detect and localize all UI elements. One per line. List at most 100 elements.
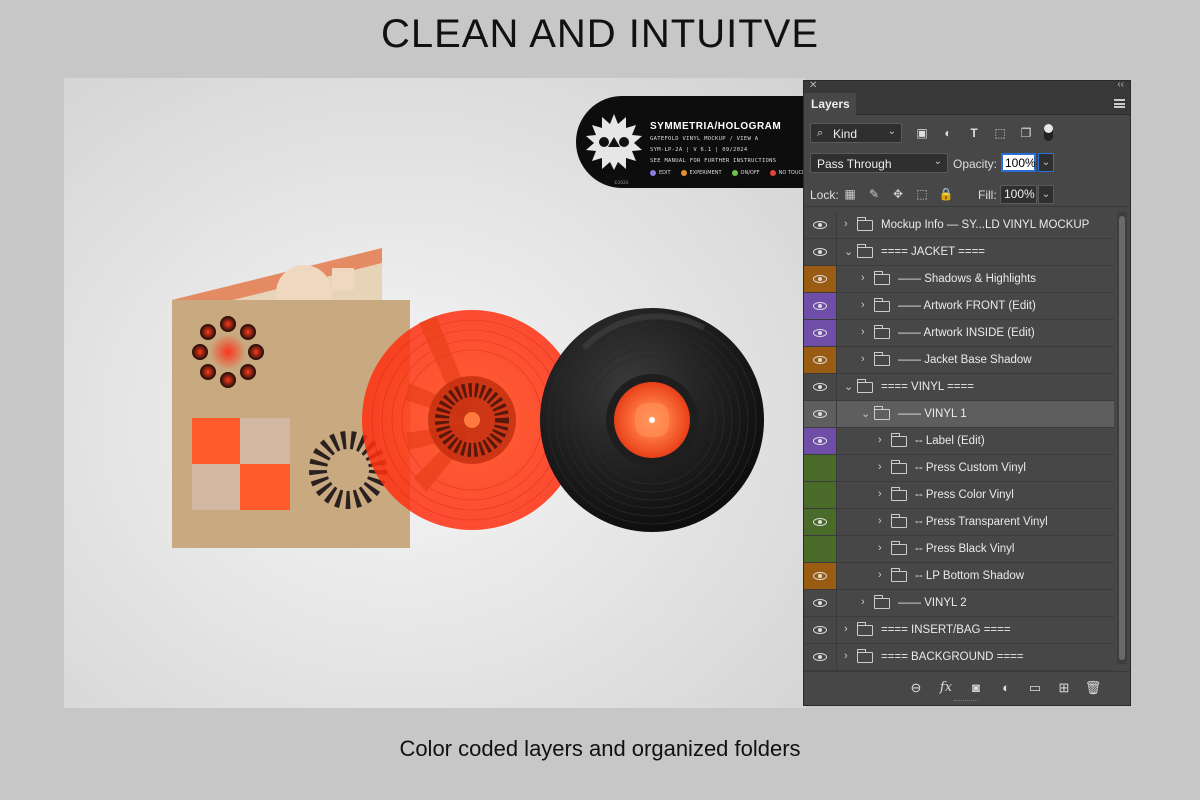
fill-input[interactable]: 100% bbox=[1000, 185, 1037, 204]
visibility-toggle[interactable] bbox=[804, 401, 837, 427]
lock-all-icon[interactable]: 🔒 bbox=[938, 186, 954, 202]
chevron-right-icon[interactable]: › bbox=[861, 299, 871, 311]
blend-mode-select[interactable]: Pass Through ⌄ bbox=[810, 153, 948, 173]
visibility-toggle[interactable] bbox=[804, 347, 837, 373]
layer-row[interactable]: › Mockup Info — SY...LD VINYL MOCKUP bbox=[804, 212, 1114, 239]
shape-filter-icon[interactable]: ⬚ bbox=[992, 125, 1008, 141]
layer-row[interactable]: › —— Artwork INSIDE (Edit) bbox=[804, 320, 1114, 347]
chevron-right-icon[interactable]: › bbox=[844, 218, 854, 230]
chevron-down-icon[interactable]: ⌄ bbox=[844, 245, 854, 258]
chevron-right-icon[interactable]: › bbox=[878, 515, 888, 527]
blend-row: Pass Through ⌄ Opacity: 100% ⌄ bbox=[804, 151, 1130, 175]
visibility-toggle[interactable] bbox=[804, 428, 837, 454]
new-layer-icon[interactable]: ⊞ bbox=[1055, 680, 1073, 696]
visibility-toggle[interactable] bbox=[804, 644, 837, 670]
chevron-right-icon[interactable]: › bbox=[861, 596, 871, 608]
layer-row[interactable]: › -- Press Transparent Vinyl bbox=[804, 509, 1114, 536]
smart-object-filter-icon[interactable]: ❐ bbox=[1018, 125, 1034, 141]
close-icon[interactable]: ✕ bbox=[809, 80, 817, 91]
fx-icon[interactable]: fx bbox=[937, 680, 955, 696]
collapse-icon[interactable]: ‹‹ bbox=[1117, 79, 1124, 90]
lock-move-icon[interactable]: ✥ bbox=[890, 186, 906, 202]
panel-tab-row: Layers bbox=[804, 93, 1130, 115]
visibility-toggle[interactable] bbox=[804, 293, 837, 319]
opacity-dropdown-icon[interactable]: ⌄ bbox=[1038, 153, 1054, 172]
blend-mode-value: Pass Through bbox=[817, 157, 892, 171]
layer-row[interactable]: › -- Label (Edit) bbox=[804, 428, 1114, 455]
chevron-right-icon[interactable]: › bbox=[878, 434, 888, 446]
eye-icon bbox=[813, 221, 827, 229]
layer-row[interactable]: › -- Press Color Vinyl bbox=[804, 482, 1114, 509]
chevron-down-icon[interactable]: ⌄ bbox=[844, 380, 854, 393]
delete-icon[interactable]: 🗑 bbox=[1084, 680, 1102, 696]
chevron-right-icon[interactable]: › bbox=[861, 326, 871, 338]
chevron-right-icon[interactable]: › bbox=[844, 650, 854, 662]
visibility-toggle[interactable] bbox=[804, 212, 837, 238]
visibility-toggle[interactable] bbox=[804, 239, 837, 265]
eye-icon bbox=[813, 275, 827, 283]
add-mask-icon[interactable]: ◙ bbox=[967, 680, 985, 696]
layer-row[interactable]: › ==== INSERT/BAG ==== bbox=[804, 617, 1114, 644]
layer-row[interactable]: › —— Artwork FRONT (Edit) bbox=[804, 293, 1114, 320]
layer-row[interactable]: ⌄ ==== VINYL ==== bbox=[804, 374, 1114, 401]
visibility-toggle[interactable] bbox=[804, 590, 837, 616]
adjustment-layer-icon[interactable]: ◐ bbox=[997, 680, 1015, 696]
lock-transparent-icon[interactable]: ▦ bbox=[842, 186, 858, 202]
visibility-toggle[interactable] bbox=[804, 536, 837, 562]
layer-row[interactable]: › -- LP Bottom Shadow bbox=[804, 563, 1114, 590]
visibility-toggle[interactable] bbox=[804, 266, 837, 292]
lock-paint-icon[interactable]: ✎ bbox=[866, 186, 882, 202]
chevron-right-icon[interactable]: › bbox=[878, 569, 888, 581]
kind-filter-select[interactable]: ⌕ Kind ⌄ bbox=[810, 123, 902, 143]
info-title: SYMMETRIA/HOLOGRAM bbox=[650, 121, 782, 132]
visibility-toggle[interactable] bbox=[804, 509, 837, 535]
caption: Color coded layers and organized folders bbox=[399, 736, 801, 761]
layers-scrollbar[interactable] bbox=[1117, 212, 1127, 664]
layer-row[interactable]: › —— Jacket Base Shadow bbox=[804, 347, 1114, 374]
layer-row[interactable]: › ==== BACKGROUND ==== bbox=[804, 644, 1114, 671]
kind-filter-label: Kind bbox=[833, 127, 858, 141]
layer-row[interactable]: › -- Press Custom Vinyl bbox=[804, 455, 1114, 482]
layer-name: -- LP Bottom Shadow bbox=[915, 570, 1025, 582]
folder-icon bbox=[856, 622, 873, 636]
chevron-right-icon[interactable]: › bbox=[878, 542, 888, 554]
opacity-label: Opacity: bbox=[953, 157, 998, 171]
chevron-right-icon[interactable]: › bbox=[861, 353, 871, 365]
image-filter-icon[interactable]: ▣ bbox=[914, 125, 930, 141]
visibility-toggle[interactable] bbox=[804, 374, 837, 400]
eye-icon bbox=[813, 653, 827, 661]
link-layers-icon[interactable]: ⊖ bbox=[907, 680, 925, 696]
opacity-input[interactable]: 100% bbox=[1001, 153, 1036, 172]
jacket-checker bbox=[192, 418, 290, 510]
chevron-down-icon[interactable]: ⌄ bbox=[861, 407, 871, 420]
chevron-right-icon[interactable]: › bbox=[844, 623, 854, 635]
adjustment-filter-icon[interactable]: ◐ bbox=[940, 125, 956, 141]
layer-row[interactable]: › —— Shadows & Highlights bbox=[804, 266, 1114, 293]
visibility-toggle[interactable] bbox=[804, 563, 837, 589]
resize-grip[interactable] bbox=[954, 700, 978, 703]
visibility-toggle[interactable] bbox=[804, 320, 837, 346]
type-filter-icon[interactable]: T bbox=[966, 125, 982, 141]
layer-row[interactable]: ⌄ ==== JACKET ==== bbox=[804, 239, 1114, 266]
visibility-toggle[interactable] bbox=[804, 617, 837, 643]
layer-name: —— Shadows & Highlights bbox=[898, 273, 1037, 285]
tab-layers[interactable]: Layers bbox=[804, 93, 856, 115]
chevron-right-icon[interactable]: › bbox=[878, 461, 888, 473]
folder-icon bbox=[873, 325, 890, 339]
visibility-toggle[interactable] bbox=[804, 455, 837, 481]
lock-artboard-icon[interactable]: ⬚ bbox=[914, 186, 930, 202]
chevron-right-icon[interactable]: › bbox=[861, 272, 871, 284]
filter-toggle-switch[interactable] bbox=[1044, 124, 1053, 141]
legend-label: EDIT bbox=[659, 170, 671, 176]
layer-row[interactable]: › —— VINYL 2 bbox=[804, 590, 1114, 617]
chevron-right-icon[interactable]: › bbox=[878, 488, 888, 500]
layer-row[interactable]: ⌄ —— VINYL 1 bbox=[804, 401, 1114, 428]
folder-icon bbox=[856, 649, 873, 663]
panel-menu-icon[interactable] bbox=[1114, 99, 1125, 108]
mockup-info-label: SYMMETRIA/HOLOGRAM GATEFOLD VINYL MOCKUP… bbox=[576, 96, 806, 188]
scrollbar-thumb[interactable] bbox=[1119, 216, 1125, 660]
new-group-icon[interactable]: ▭ bbox=[1026, 680, 1044, 696]
visibility-toggle[interactable] bbox=[804, 482, 837, 508]
fill-dropdown-icon[interactable]: ⌄ bbox=[1038, 185, 1054, 204]
layer-row[interactable]: › -- Press Black Vinyl bbox=[804, 536, 1114, 563]
